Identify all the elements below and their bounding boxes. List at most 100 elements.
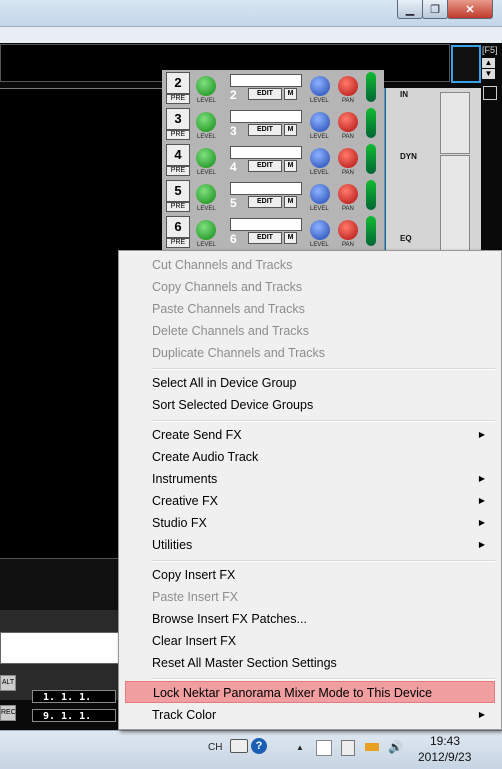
menu-item-cut[interactable]: Cut Channels and Tracks bbox=[125, 254, 495, 276]
edit-button[interactable]: EDIT bbox=[248, 88, 282, 100]
detach-icon[interactable] bbox=[483, 86, 497, 100]
pan-label: PAN bbox=[342, 134, 354, 140]
channel-number-small: 5 bbox=[230, 196, 237, 210]
pre-button[interactable]: PRE bbox=[166, 94, 190, 104]
alt-button[interactable]: ALT bbox=[0, 675, 16, 691]
pan-knob[interactable] bbox=[338, 76, 358, 96]
mute-button[interactable]: M bbox=[284, 196, 297, 208]
menu-item-track-color[interactable]: Track Color ▶ bbox=[125, 704, 495, 726]
volume-icon[interactable]: 🔊 bbox=[388, 740, 403, 754]
input-module[interactable] bbox=[440, 92, 470, 154]
pre-button[interactable]: PRE bbox=[166, 166, 190, 176]
level-knob[interactable] bbox=[196, 220, 216, 240]
channel-number: 4 bbox=[166, 144, 190, 166]
submenu-arrow-icon: ▶ bbox=[478, 496, 485, 505]
level-knob[interactable] bbox=[196, 76, 216, 96]
menu-item-reset-master-section[interactable]: Reset All Master Section Settings bbox=[125, 652, 495, 674]
channel-name-field[interactable] bbox=[230, 146, 302, 159]
level-label: LEVEL bbox=[197, 242, 216, 248]
song-position-display[interactable]: 9. 1. 1. bbox=[32, 709, 116, 722]
mute-button[interactable]: M bbox=[284, 124, 297, 136]
edit-button[interactable]: EDIT bbox=[248, 124, 282, 136]
eq-level-label: LEVEL bbox=[310, 170, 329, 176]
meter-leds bbox=[366, 108, 376, 138]
edit-button[interactable]: EDIT bbox=[248, 232, 282, 244]
power-icon[interactable] bbox=[365, 743, 379, 751]
keyboard-icon[interactable] bbox=[230, 739, 248, 753]
pan-knob[interactable] bbox=[338, 184, 358, 204]
menu-item-duplicate[interactable]: Duplicate Channels and Tracks bbox=[125, 342, 495, 364]
menu-item-lock-nektar-panorama[interactable]: Lock Nektar Panorama Mixer Mode to This … bbox=[125, 681, 495, 703]
channel-name-field[interactable] bbox=[230, 218, 302, 231]
menu-item-copy[interactable]: Copy Channels and Tracks bbox=[125, 276, 495, 298]
pre-button[interactable]: PRE bbox=[166, 238, 190, 248]
edit-button[interactable]: EDIT bbox=[248, 196, 282, 208]
eq-knob[interactable] bbox=[310, 112, 330, 132]
mute-button[interactable]: M bbox=[284, 232, 297, 244]
menu-item-studio-fx[interactable]: Studio FX ▶ bbox=[125, 512, 495, 534]
menu-item-create-audio-track[interactable]: Create Audio Track bbox=[125, 446, 495, 468]
pre-button[interactable]: PRE bbox=[166, 202, 190, 212]
clock-date[interactable]: 2012/9/23 bbox=[418, 750, 471, 764]
menu-item-instruments[interactable]: Instruments ▶ bbox=[125, 468, 495, 490]
pre-button[interactable]: PRE bbox=[166, 130, 190, 140]
menu-item-select-all-device-group[interactable]: Select All in Device Group bbox=[125, 372, 495, 394]
eq-knob[interactable] bbox=[310, 220, 330, 240]
menu-item-delete[interactable]: Delete Channels and Tracks bbox=[125, 320, 495, 342]
pan-knob[interactable] bbox=[338, 112, 358, 132]
level-label: LEVEL bbox=[197, 206, 216, 212]
language-indicator[interactable]: CH bbox=[208, 742, 222, 753]
help-icon[interactable]: ? bbox=[251, 738, 267, 754]
context-menu: Cut Channels and Tracks Copy Channels an… bbox=[118, 250, 502, 730]
transport-field[interactable] bbox=[0, 632, 122, 664]
level-knob[interactable] bbox=[196, 112, 216, 132]
left-locator-display[interactable]: 1. 1. 1. bbox=[32, 690, 116, 703]
minimize-button[interactable]: ▁ bbox=[397, 0, 423, 19]
scroll-up-button[interactable]: ▲ bbox=[482, 58, 495, 68]
menu-item-creative-fx[interactable]: Creative FX ▶ bbox=[125, 490, 495, 512]
network-icon[interactable] bbox=[341, 740, 355, 756]
menu-item-create-send-fx[interactable]: Create Send FX ▶ bbox=[125, 424, 495, 446]
mixer-channels: 2 PRE LEVEL 2 EDIT M LEVEL PAN 3 PRE LEV… bbox=[162, 70, 387, 251]
channel-number: 6 bbox=[166, 216, 190, 238]
mixer-channel: 6 PRE LEVEL 6 EDIT M LEVEL PAN bbox=[162, 214, 384, 251]
menu-item-browse-insert-fx-patches[interactable]: Browse Insert FX Patches... bbox=[125, 608, 495, 630]
pan-knob[interactable] bbox=[338, 148, 358, 168]
pan-knob[interactable] bbox=[338, 220, 358, 240]
maximize-button[interactable]: ❐ bbox=[422, 0, 448, 19]
mute-button[interactable]: M bbox=[284, 160, 297, 172]
show-hidden-icons-icon[interactable]: ▲ bbox=[296, 743, 304, 752]
rec-button[interactable]: REC bbox=[0, 705, 16, 721]
eq-knob[interactable] bbox=[310, 148, 330, 168]
menu-item-clear-insert-fx[interactable]: Clear Insert FX bbox=[125, 630, 495, 652]
menu-item-paste[interactable]: Paste Channels and Tracks bbox=[125, 298, 495, 320]
maximize-icon: ❐ bbox=[430, 3, 440, 16]
level-knob[interactable] bbox=[196, 148, 216, 168]
menu-item-paste-insert-fx[interactable]: Paste Insert FX bbox=[125, 586, 495, 608]
dynamics-module[interactable] bbox=[440, 155, 470, 252]
edit-button[interactable]: EDIT bbox=[248, 160, 282, 172]
close-button[interactable]: ✕ bbox=[447, 0, 493, 19]
rack-navigator[interactable] bbox=[451, 45, 481, 83]
scroll-down-button[interactable]: ▼ bbox=[482, 69, 495, 79]
close-icon: ✕ bbox=[465, 3, 475, 16]
menu-item-utilities[interactable]: Utilities ▶ bbox=[125, 534, 495, 556]
clock-time[interactable]: 19:43 bbox=[430, 734, 460, 748]
taskbar: CH ? ▲ 🔊 19:43 2012/9/23 bbox=[0, 730, 502, 769]
level-knob[interactable] bbox=[196, 184, 216, 204]
menu-item-copy-insert-fx[interactable]: Copy Insert FX bbox=[125, 564, 495, 586]
eq-knob[interactable] bbox=[310, 76, 330, 96]
eq-knob[interactable] bbox=[310, 184, 330, 204]
in-section-label: IN bbox=[400, 90, 408, 99]
menu-separator bbox=[152, 678, 495, 680]
channel-number: 3 bbox=[166, 108, 190, 130]
channel-name-field[interactable] bbox=[230, 74, 302, 87]
mute-button[interactable]: M bbox=[284, 88, 297, 100]
channel-name-field[interactable] bbox=[230, 182, 302, 195]
channel-number-small: 3 bbox=[230, 124, 237, 138]
menu-item-sort-device-groups[interactable]: Sort Selected Device Groups bbox=[125, 394, 495, 416]
channel-name-field[interactable] bbox=[230, 110, 302, 123]
eq-level-label: LEVEL bbox=[310, 242, 329, 248]
fs-shortcut-label: [F5] bbox=[482, 45, 498, 55]
action-center-flag-icon[interactable] bbox=[316, 740, 332, 756]
